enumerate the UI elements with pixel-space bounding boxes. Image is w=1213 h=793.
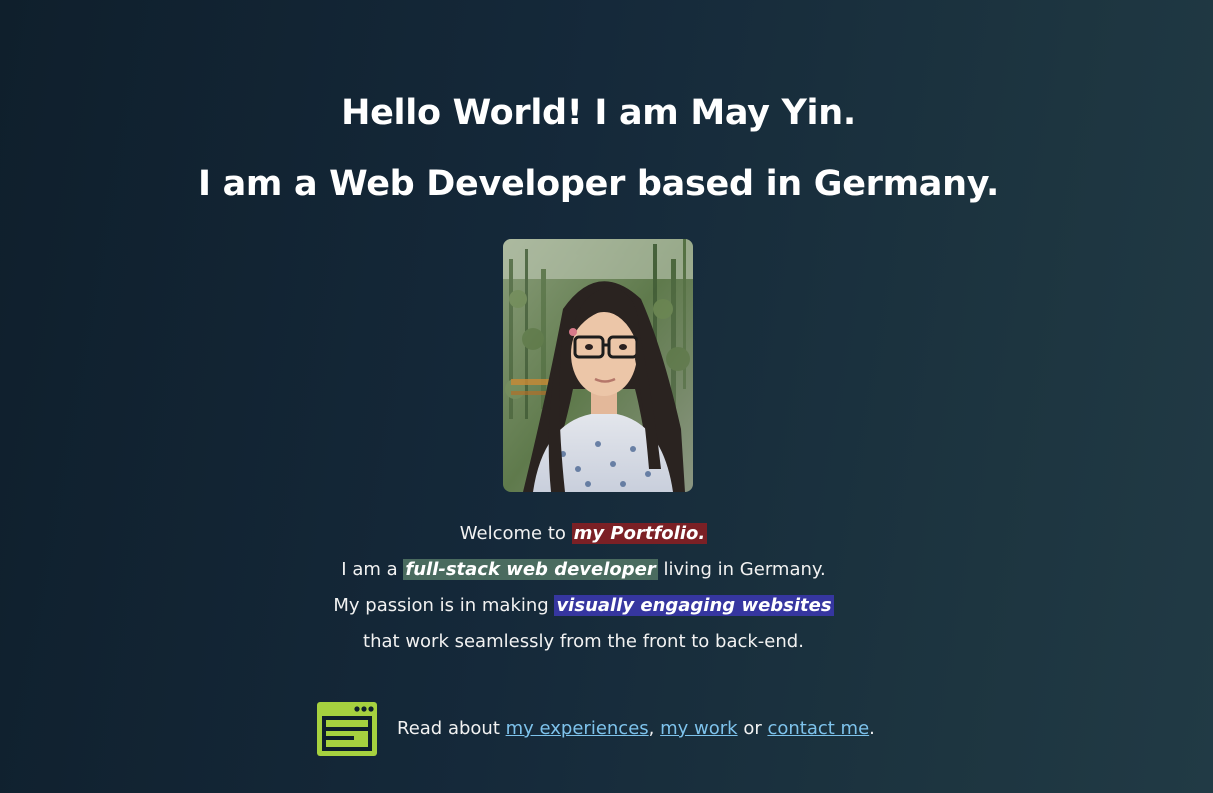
browser-window-icon: [317, 702, 377, 756]
intro-line-2: I am a full-stack web developer living i…: [0, 558, 1167, 582]
intro-line-1: Welcome to my Portfolio.: [0, 522, 1167, 546]
intro-text: living in Germany.: [657, 559, 826, 580]
work-link[interactable]: my work: [660, 718, 737, 739]
contact-link[interactable]: contact me: [767, 718, 869, 739]
intro-text: I am a: [341, 559, 404, 580]
fullstack-highlight: full-stack web developer: [403, 559, 658, 580]
greeting-heading: Hello World! I am May Yin.: [341, 93, 856, 133]
cta-separator: or: [737, 718, 768, 739]
cta-separator: ,: [648, 718, 661, 739]
experiences-link[interactable]: my experiences: [506, 718, 649, 739]
intro-text: Welcome to: [459, 523, 572, 544]
portfolio-highlight: my Portfolio.: [571, 523, 708, 544]
intro-line-3: My passion is in making visually engagin…: [0, 594, 1167, 618]
intro-text: My passion is in making: [333, 595, 555, 616]
cta-prefix: Read about: [397, 718, 506, 739]
profile-photo: [503, 239, 693, 492]
role-heading: I am a Web Developer based in Germany.: [197, 164, 1000, 204]
cta-suffix: .: [869, 718, 875, 739]
cta-line: Read about my experiences, my work or co…: [397, 717, 875, 741]
intro-line-4: that work seamlessly from the front to b…: [363, 631, 804, 652]
visual-highlight: visually engaging websites: [554, 595, 834, 616]
landing-page: Hello World! I am May Yin. I am a Web De…: [0, 0, 1213, 793]
